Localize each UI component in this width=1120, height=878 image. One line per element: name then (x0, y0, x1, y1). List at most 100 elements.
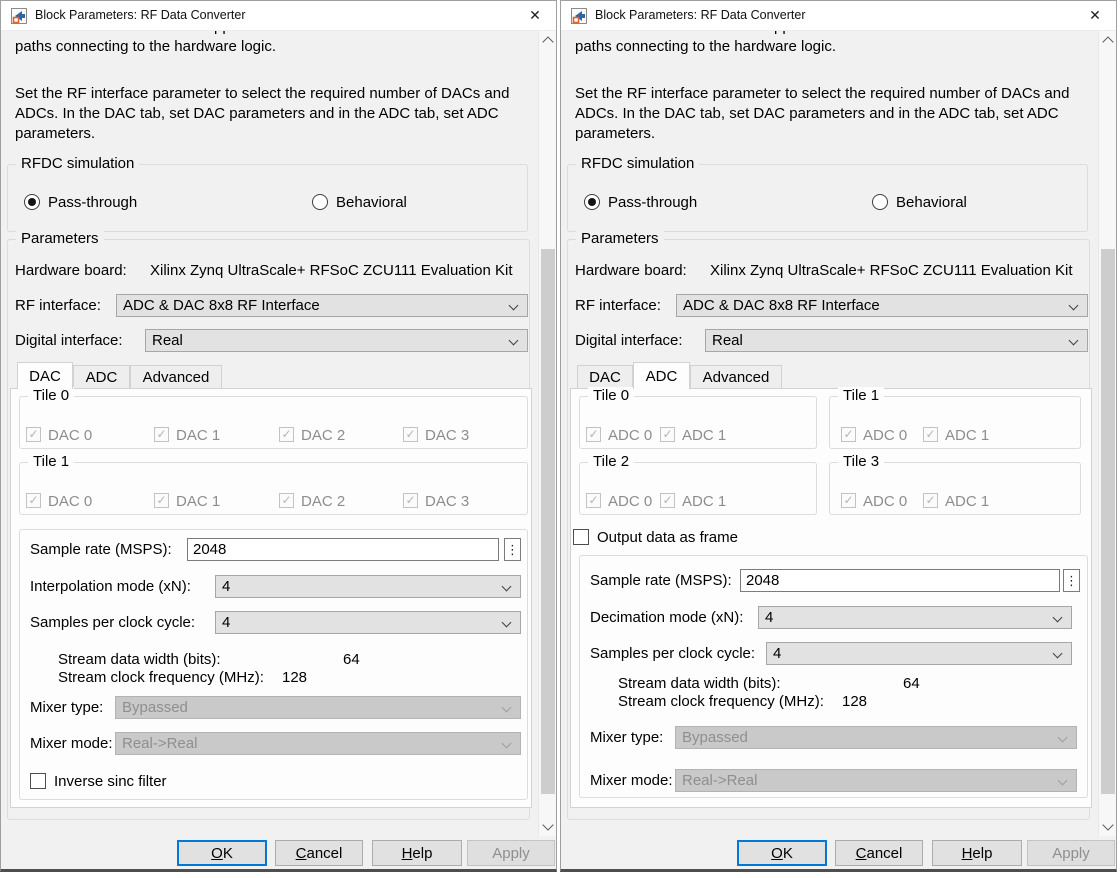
group-caption: RFDC simulation (576, 155, 700, 173)
scroll-up-icon[interactable] (1102, 36, 1114, 48)
samples-per-clock-select[interactable]: 4 (215, 611, 521, 634)
checkbox-adc1: ✓ (923, 493, 938, 508)
check-icon: ✓ (156, 427, 167, 441)
radio-behavioral[interactable] (872, 194, 888, 210)
chevron-down-icon (508, 335, 519, 346)
checkbox-adc1: ✓ (660, 493, 675, 508)
window-title: Block Parameters: RF Data Converter (595, 8, 806, 22)
radio-label: Pass-through (608, 194, 698, 211)
check-icon: ✓ (405, 427, 416, 441)
dialog-window-adc: Block Parameters: RF Data Converter ✕ pp… (560, 0, 1117, 872)
radio-label: Pass-through (48, 194, 138, 211)
chevron-down-icon (501, 738, 512, 749)
simulink-icon (571, 8, 587, 24)
group-caption: Parameters (576, 230, 664, 248)
tab-advanced[interactable]: Advanced (130, 365, 222, 389)
checkbox-adc0: ✓ (841, 493, 856, 508)
stream-width-value: 64 (343, 651, 360, 668)
sample-rate-input[interactable] (187, 538, 499, 561)
hardware-board-value: Xilinx Zynq UltraScale+ RFSoC ZCU111 Eva… (710, 262, 1073, 279)
stream-width-label: Stream data width (bits): (58, 651, 221, 668)
digital-interface-select[interactable]: Real (145, 329, 528, 352)
clipped-text-line: pp (214, 31, 231, 36)
decimation-mode-label: Decimation mode (xN): (590, 609, 744, 626)
help-button[interactable]: Help (372, 840, 462, 866)
samples-per-clock-label: Samples per clock cycle: (590, 645, 756, 662)
scroll-down-icon[interactable] (542, 819, 554, 831)
tab-advanced[interactable]: Advanced (690, 365, 782, 389)
help-button[interactable]: Help (932, 840, 1022, 866)
mixer-type-label: Mixer type: (590, 729, 664, 746)
output-frame-label: Output data as frame (597, 529, 738, 546)
chevron-down-icon (1068, 335, 1079, 346)
description-paragraph: Set the RF interface parameter to select… (575, 85, 1070, 142)
titlebar[interactable]: Block Parameters: RF Data Converter ✕ (561, 1, 1116, 31)
stream-clock-label: Stream clock frequency (MHz): (58, 669, 264, 686)
sample-rate-label: Sample rate (MSPS): (30, 541, 172, 558)
check-icon: ✓ (156, 493, 167, 507)
check-icon: ✓ (588, 493, 599, 507)
rf-interface-label: RF interface: (15, 297, 101, 314)
hardware-board-label: Hardware board: (575, 262, 687, 279)
radio-pass-through[interactable] (24, 194, 40, 210)
tab-dac[interactable]: DAC (17, 362, 73, 389)
stream-clock-value: 128 (842, 693, 868, 710)
checkbox-dac1: ✓ (154, 493, 169, 508)
chevron-down-icon (508, 300, 519, 311)
check-icon: ✓ (843, 493, 854, 507)
description-paragraph: Set the RF interface parameter to select… (15, 85, 510, 142)
scroll-up-icon[interactable] (542, 36, 554, 48)
rf-interface-select[interactable]: ADC & DAC 8x8 RF Interface (116, 294, 528, 317)
digital-interface-label: Digital interface: (15, 332, 123, 349)
scroll-down-icon[interactable] (1102, 819, 1114, 831)
checkbox-adc1: ✓ (923, 427, 938, 442)
check-icon: ✓ (281, 493, 292, 507)
scrollbar-thumb[interactable] (541, 249, 555, 794)
vertical-scrollbar[interactable] (538, 31, 556, 836)
samples-per-clock-select[interactable]: 4 (766, 642, 1072, 665)
inverse-sinc-checkbox[interactable] (30, 773, 46, 789)
cancel-button[interactable]: Cancel (835, 840, 923, 866)
output-frame-checkbox[interactable] (573, 529, 589, 545)
rf-interface-select[interactable]: ADC & DAC 8x8 RF Interface (676, 294, 1088, 317)
mixer-mode-label: Mixer mode: (590, 772, 673, 789)
ellipsis-button[interactable]: ⋮ (504, 538, 521, 561)
group-caption: Parameters (16, 230, 104, 248)
check-icon: ✓ (281, 427, 292, 441)
mixer-type-label: Mixer type: (30, 699, 104, 716)
checkbox-dac2: ✓ (279, 427, 294, 442)
tab-adc[interactable]: ADC (633, 362, 690, 389)
tab-dac[interactable]: DAC (577, 365, 633, 389)
radio-behavioral[interactable] (312, 194, 328, 210)
ok-button[interactable]: OK (737, 840, 827, 866)
decimation-mode-select[interactable]: 4 (758, 606, 1072, 629)
rfdc-simulation-group: RFDC simulation Pass-through Behavioral (7, 155, 528, 232)
check-icon: ✓ (662, 493, 673, 507)
tab-adc[interactable]: ADC (73, 365, 130, 389)
sample-rate-input[interactable] (740, 569, 1060, 592)
hardware-board-value: Xilinx Zynq UltraScale+ RFSoC ZCU111 Eva… (150, 262, 513, 279)
button-bar: OK Cancel Help Apply (1, 836, 556, 869)
dialog-window-dac: Block Parameters: RF Data Converter ✕ pp… (0, 0, 557, 872)
close-icon[interactable]: ✕ (514, 1, 556, 30)
radio-pass-through[interactable] (584, 194, 600, 210)
scrollbar-thumb[interactable] (1101, 249, 1115, 794)
check-icon: ✓ (405, 493, 416, 507)
cancel-button[interactable]: Cancel (275, 840, 363, 866)
chevron-down-icon (1057, 775, 1068, 786)
checkbox-dac3: ✓ (403, 427, 418, 442)
titlebar[interactable]: Block Parameters: RF Data Converter ✕ (1, 1, 556, 31)
mixer-type-select: Bypassed (675, 726, 1077, 749)
digital-interface-select[interactable]: Real (705, 329, 1088, 352)
dac-tab-panel: Tile 0 ✓ DAC 0 ✓ DAC 1 ✓ DAC 2 ✓ DAC 3 T… (10, 387, 532, 808)
dialog-body: pp paths connecting to the hardware logi… (1, 31, 556, 836)
ellipsis-button[interactable]: ⋮ (1063, 569, 1080, 592)
hardware-board-label: Hardware board: (15, 262, 127, 279)
stream-width-label: Stream data width (bits): (618, 675, 781, 692)
check-icon: ✓ (28, 427, 39, 441)
ok-button[interactable]: OK (177, 840, 267, 866)
interpolation-mode-select[interactable]: 4 (215, 575, 521, 598)
close-icon[interactable]: ✕ (1074, 1, 1116, 30)
checkbox-adc1: ✓ (660, 427, 675, 442)
vertical-scrollbar[interactable] (1098, 31, 1116, 836)
